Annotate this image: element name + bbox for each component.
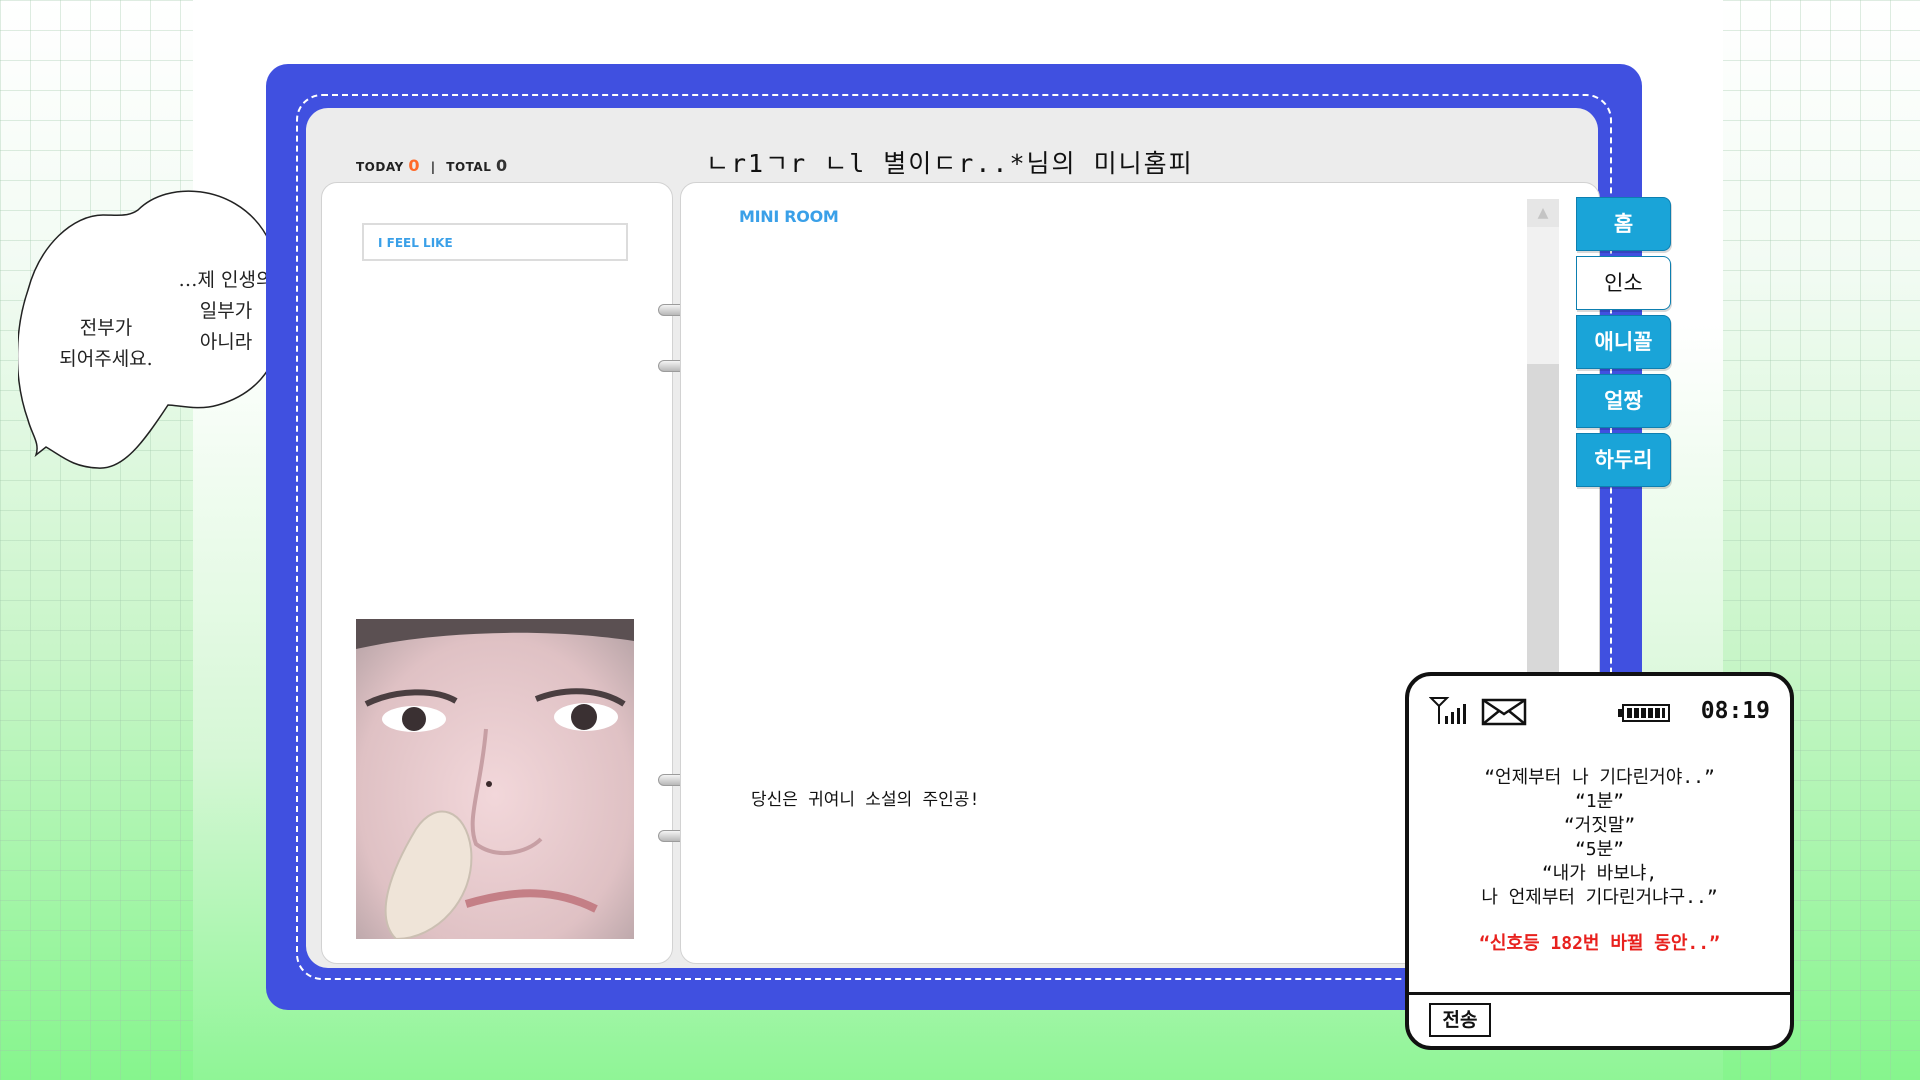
message-line: 나 언제부터 기다린거냐구..” [1481, 887, 1718, 908]
bubble-text-lower: 전부가 되어주세요. [59, 317, 153, 370]
phone-clock: 08:19 [1700, 698, 1770, 724]
mini-room-label: MINI ROOM [739, 207, 839, 226]
profile-photo[interactable] [356, 619, 634, 939]
profile-photo-image [356, 619, 634, 939]
total-label: TOTAL [446, 160, 492, 174]
envelope-icon [1481, 698, 1527, 726]
profile-panel: I FEEL LIKE [321, 182, 673, 964]
counter-separator: | [430, 160, 436, 174]
tab-anime[interactable]: 애니꼴 [1576, 315, 1671, 369]
phone-message: “언제부터 나 기다린거야..” “1분” “거짓말” “5분” “내가 바보냐… [1409, 766, 1790, 956]
tab-haduri[interactable]: 하두리 [1576, 433, 1671, 487]
total-value: 0 [496, 156, 508, 175]
phone-widget: 08:19 “언제부터 나 기다린거야..” “1분” “거짓말” “5분” “… [1405, 672, 1794, 1050]
scroll-up-arrow-icon[interactable]: ▲ [1527, 199, 1559, 227]
phone-input-bar: 전송 [1409, 992, 1790, 1046]
tab-home[interactable]: 홈 [1576, 197, 1671, 251]
phone-status-bar: 08:19 [1429, 696, 1770, 730]
visitor-counter: TODAY 0 | TOTAL 0 [356, 156, 508, 175]
message-line: “5분” [1574, 839, 1625, 860]
speech-bubble: …제 인생의 일부가 아니라 전부가 되어주세요. [18, 185, 288, 475]
message-line: “언제부터 나 기다린거야..” [1484, 767, 1715, 788]
message-line: “1분” [1574, 791, 1625, 812]
message-highlight: “신호등 182번 바뀔 동안..” [1479, 933, 1720, 954]
today-label: TODAY [356, 160, 404, 174]
antenna-icon [1429, 697, 1466, 724]
mini-room-caption: 당신은 귀여니 소설의 주인공! [751, 790, 980, 810]
tab-eoljjang[interactable]: 얼짱 [1576, 374, 1671, 428]
tab-inso[interactable]: 인소 [1576, 256, 1671, 310]
send-button[interactable]: 전송 [1429, 1003, 1491, 1037]
battery-icon [1618, 704, 1670, 722]
message-line: “거짓말” [1563, 815, 1636, 836]
today-value: 0 [408, 156, 421, 175]
feel-like-box[interactable]: I FEEL LIKE [362, 223, 628, 261]
homepage-title[interactable]: ㄴr1ㄱr ㄴl 별이ㄷr..*님의 미니홈피 [706, 144, 1194, 180]
message-line: “내가 바보냐, [1541, 863, 1658, 884]
